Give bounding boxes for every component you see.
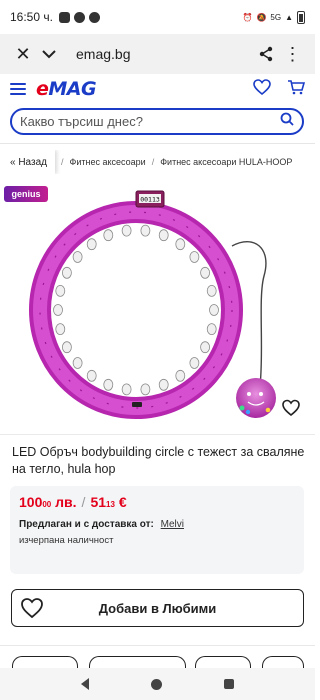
price-box: 100 00 лв. / 51 13 € Предлаган и с доставк… [10,486,304,574]
add-to-favorites-label: Добави в Любими [98,600,217,616]
hoop-roller [140,224,151,237]
browser-toolbar: ✕ emag.bg ⋮ [0,34,315,74]
breadcrumb-separator: / [61,157,64,167]
price-eur-currency: € [118,494,127,510]
hoop-roller [200,341,211,354]
hoop-roller [140,383,151,396]
hoop-roller [86,238,97,251]
hoop-roller [175,238,186,251]
breadcrumb-item[interactable]: Фитнес аксесоари HULA-HOOP [160,157,292,167]
menu-icon[interactable] [10,83,26,95]
price-bgn-cents: 00 [42,500,52,509]
hoop-roller [158,378,169,391]
hoop-roller [121,224,132,237]
mute-icon: 🔕 [256,12,267,22]
signal-icon: ▲ [285,12,293,22]
status-time: 16:50 ч. [10,10,53,24]
battery-icon [297,10,305,24]
cart-icon[interactable] [287,79,306,100]
hoop-roller [103,229,114,242]
divider [0,645,315,646]
product-title: LED Обръч bodybuilding circle с тежест з… [12,445,305,476]
price: 100 00 лв. / 51 13 € [19,494,127,510]
hoop-roller [72,357,83,369]
more-menu-icon[interactable]: ⋮ [279,41,305,67]
hoop-roller [175,369,186,382]
status-bar: 16:50 ч. ⏰ 🔕 5G ▲ [0,0,315,34]
hoop-roller [72,251,83,263]
divider [0,143,315,144]
hoop-roller [200,266,211,279]
emag-logo[interactable]: eMAG [36,78,97,100]
heart-icon[interactable] [281,399,303,419]
hoop-roller [206,285,217,297]
recents-icon[interactable] [224,679,234,689]
close-icon[interactable]: ✕ [10,41,36,67]
seller-link[interactable]: Melvi [161,519,184,530]
search-box[interactable] [10,108,304,135]
hoop-roller [209,304,219,316]
hoop-roller [121,383,132,396]
price-bgn-currency: лв. [55,494,77,510]
hoop-roller [158,229,169,242]
price-separator: / [81,494,86,510]
share-icon[interactable] [253,41,279,67]
system-nav-bar [0,668,315,700]
back-icon[interactable] [81,678,89,690]
seller-line: Предлаган и с доставка от: Melvi [19,519,184,530]
site-header: eMAG [0,74,315,104]
app-icon [88,11,100,23]
seller-prefix: Предлаган и с доставка от: [19,519,154,530]
hoop-roller [55,323,66,336]
hoop-roller [189,357,200,369]
home-icon[interactable] [151,678,162,690]
notification-icon [73,11,85,23]
hoop-roller [206,323,217,336]
alarm-icon: ⏰ [242,12,253,22]
favorites-icon[interactable] [253,78,271,100]
hoop-roller [62,266,72,279]
product-image[interactable]: 00113 [28,188,296,428]
hoop-roller [103,378,114,391]
hoop-roller [189,251,200,263]
breadcrumb-separator: / [151,157,155,167]
hoop-roller [55,285,66,297]
price-eur-cents: 13 [106,500,115,509]
hoop-roller [86,369,97,382]
hoop-roller [53,304,63,316]
price-eur-main: 51 [90,494,107,510]
messenger-icon [58,11,70,23]
price-bgn-main: 100 [19,494,43,510]
divider [0,434,315,435]
url-text[interactable]: emag.bg [76,46,253,62]
stock-status: изчерпана наличност [19,535,114,546]
heart-icon [20,597,44,622]
add-to-favorites-button[interactable]: Добави в Любими [11,589,304,627]
display-readout: 00113 [140,196,160,204]
network-label: 5G [270,12,282,22]
search-input[interactable] [20,114,280,129]
chevron-down-icon[interactable] [36,41,62,67]
hoop-roller [62,341,72,354]
status-icons: ⏰ 🔕 5G ▲ [242,10,305,24]
breadcrumb-item[interactable]: Фитнес аксесоари [70,157,146,167]
search-icon[interactable] [280,112,294,131]
breadcrumb: « Назад / Фитнес аксесоари / Фитнес аксе… [0,150,315,174]
back-button[interactable]: « Назад [0,150,55,174]
